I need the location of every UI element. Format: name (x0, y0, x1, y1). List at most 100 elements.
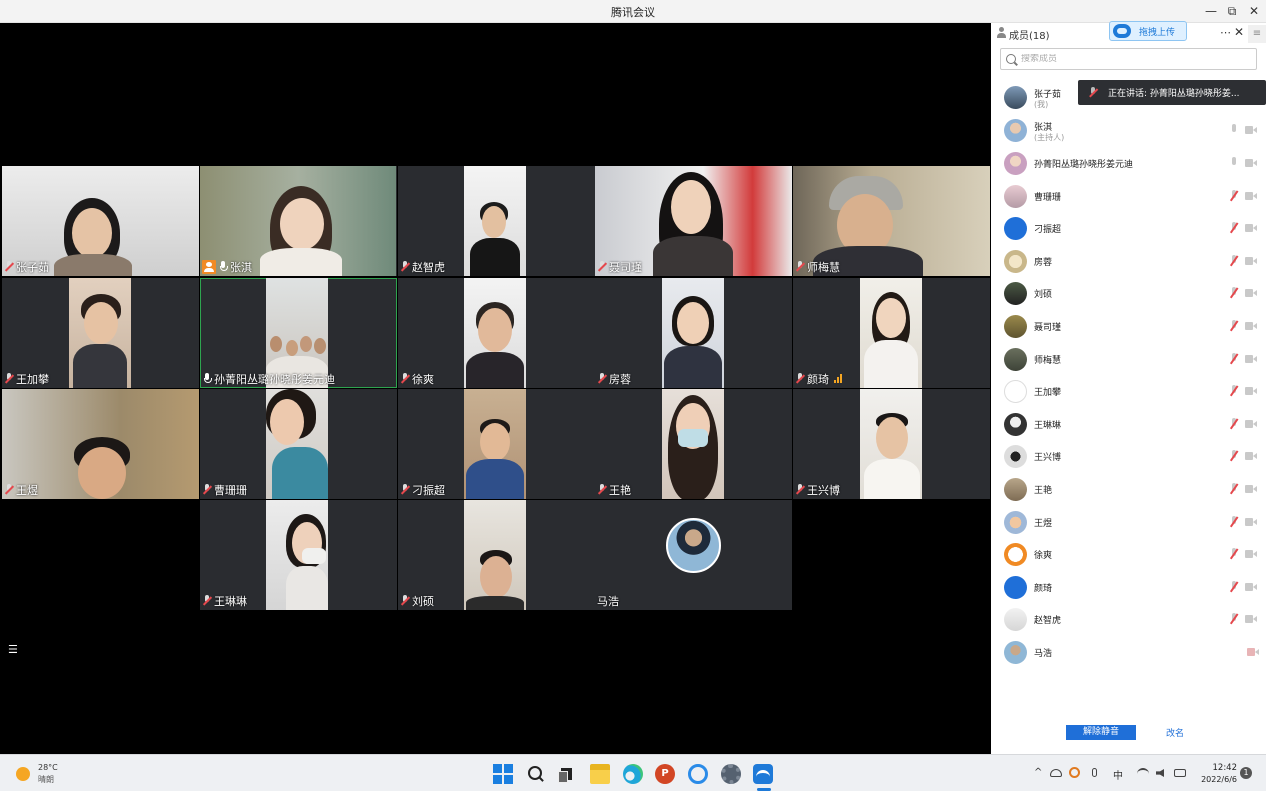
settings-icon[interactable] (721, 764, 741, 784)
unmute-all-button[interactable]: 解除静音 (1066, 725, 1136, 740)
camera-off-icon[interactable] (1247, 648, 1259, 656)
camera-icon[interactable] (1245, 452, 1257, 460)
mic-muted-icon[interactable] (1229, 613, 1239, 625)
sync-icon[interactable] (1069, 767, 1080, 778)
camera-icon[interactable] (1245, 420, 1257, 428)
video-tile[interactable]: 刁振超 (398, 389, 595, 499)
camera-icon[interactable] (1245, 159, 1257, 167)
member-search-box[interactable] (1000, 48, 1257, 70)
video-tile-speaking[interactable]: 孙菁阳丛璐孙晓彤姜元迪 (200, 278, 397, 388)
video-tile[interactable]: 曹珊珊 (200, 389, 397, 499)
tencent-meeting-icon[interactable] (753, 764, 773, 784)
camera-icon[interactable] (1245, 322, 1257, 330)
camera-icon[interactable] (1245, 355, 1257, 363)
video-tile[interactable]: 张子茹 (2, 166, 199, 276)
video-tile-avatar[interactable]: 马浩 (595, 500, 792, 610)
mic-muted-icon[interactable] (1229, 581, 1239, 593)
panel-menu-button[interactable]: ≡ (1248, 25, 1266, 43)
member-search-input[interactable] (1021, 54, 1241, 64)
video-tile[interactable]: 徐爽 (398, 278, 595, 388)
member-row[interactable]: 王煜 (991, 507, 1266, 537)
member-row[interactable]: 颜琦 (991, 572, 1266, 602)
member-row[interactable]: 曹珊珊 (991, 181, 1266, 211)
video-tile[interactable]: 聂司瑾 (595, 166, 792, 276)
camera-icon[interactable] (1245, 192, 1257, 200)
mic-muted-icon[interactable] (1229, 190, 1239, 202)
video-tile[interactable]: 刘硕 (398, 500, 595, 610)
mic-muted-icon[interactable] (1229, 548, 1239, 560)
list-view-icon[interactable]: ☰ (8, 644, 20, 655)
clock-time[interactable]: 12:42 (1207, 763, 1238, 773)
more-options-button[interactable]: ⋯ (1220, 26, 1231, 39)
camera-icon[interactable] (1245, 518, 1257, 526)
drag-upload-button[interactable]: 拖拽上传 (1109, 21, 1187, 41)
cloud-drive-icon[interactable] (688, 764, 708, 784)
member-row[interactable]: 赵智虎 (991, 604, 1266, 634)
windows-start-icon[interactable] (493, 764, 513, 784)
camera-icon[interactable] (1245, 387, 1257, 395)
video-tile[interactable]: 王煜 (2, 389, 199, 499)
onedrive-icon[interactable] (1050, 769, 1062, 777)
notification-badge[interactable]: 1 (1240, 767, 1252, 779)
video-tile[interactable]: 张淇 (200, 166, 397, 276)
camera-icon[interactable] (1245, 615, 1257, 623)
powerpoint-icon[interactable]: P (655, 764, 675, 784)
microphone-icon[interactable] (1092, 768, 1097, 777)
clock-date[interactable]: 2022/6/6 (1197, 775, 1237, 784)
mic-muted-icon[interactable] (1229, 418, 1239, 430)
member-row[interactable]: 王加攀 (991, 376, 1266, 406)
volume-icon[interactable] (1156, 769, 1164, 777)
member-row[interactable]: 徐爽 (991, 539, 1266, 569)
video-tile[interactable]: 赵智虎 (398, 166, 595, 276)
rename-button[interactable]: 改名 (1166, 726, 1184, 739)
edge-browser-icon[interactable] (623, 764, 643, 784)
member-row[interactable]: 房蓉 (991, 246, 1266, 276)
camera-icon[interactable] (1245, 257, 1257, 265)
file-explorer-icon[interactable] (590, 764, 610, 784)
member-row[interactable]: 聂司瑾 (991, 311, 1266, 341)
mic-icon[interactable] (1229, 124, 1239, 136)
mic-muted-icon[interactable] (1229, 483, 1239, 495)
restore-button[interactable]: ⧉ (1224, 3, 1240, 19)
video-tile[interactable]: 王艳 (595, 389, 792, 499)
member-row[interactable]: 马浩 (991, 637, 1266, 667)
wifi-icon[interactable] (1137, 768, 1149, 778)
camera-icon[interactable] (1245, 550, 1257, 558)
video-tile[interactable]: 王加攀 (2, 278, 199, 388)
close-panel-button[interactable]: ✕ (1234, 25, 1244, 39)
video-tile[interactable]: 房蓉 (595, 278, 792, 388)
mic-muted-icon[interactable] (1229, 450, 1239, 462)
mic-muted-icon[interactable] (1229, 385, 1239, 397)
sun-icon[interactable] (16, 767, 30, 781)
video-tile[interactable]: 王琳琳 (200, 500, 397, 610)
weather-description[interactable]: 晴朗 (38, 774, 54, 785)
camera-icon[interactable] (1245, 289, 1257, 297)
mic-muted-icon[interactable] (1229, 516, 1239, 528)
mic-muted-icon[interactable] (1229, 222, 1239, 234)
member-row[interactable]: 张淇 (主持人) (991, 115, 1266, 145)
mic-muted-icon[interactable] (1229, 255, 1239, 267)
task-view-icon[interactable] (556, 764, 576, 784)
weather-temperature[interactable]: 28°C (38, 763, 58, 772)
member-row[interactable]: 王兴博 (991, 441, 1266, 471)
member-row[interactable]: 刘硕 (991, 278, 1266, 308)
mic-muted-icon[interactable] (1229, 287, 1239, 299)
mic-icon[interactable] (1229, 157, 1239, 169)
member-row[interactable]: 师梅慧 (991, 344, 1266, 374)
camera-icon[interactable] (1245, 224, 1257, 232)
minimize-button[interactable]: — (1203, 3, 1219, 19)
member-row[interactable]: 孙菁阳丛璐孙晓彤姜元迪 (991, 148, 1266, 178)
ime-indicator[interactable]: 中 (1113, 767, 1123, 782)
member-row[interactable]: 刁振超 (991, 213, 1266, 243)
video-tile[interactable]: 师梅慧 (793, 166, 990, 276)
video-tile[interactable]: 王兴博 (793, 389, 990, 499)
search-icon[interactable] (525, 764, 545, 784)
chevron-up-icon[interactable]: ^ (1034, 767, 1042, 778)
camera-icon[interactable] (1245, 485, 1257, 493)
mic-muted-icon[interactable] (1229, 320, 1239, 332)
camera-icon[interactable] (1245, 583, 1257, 591)
camera-icon[interactable] (1245, 126, 1257, 134)
battery-icon[interactable] (1174, 769, 1186, 777)
close-button[interactable]: ✕ (1246, 3, 1262, 19)
mic-muted-icon[interactable] (1229, 353, 1239, 365)
